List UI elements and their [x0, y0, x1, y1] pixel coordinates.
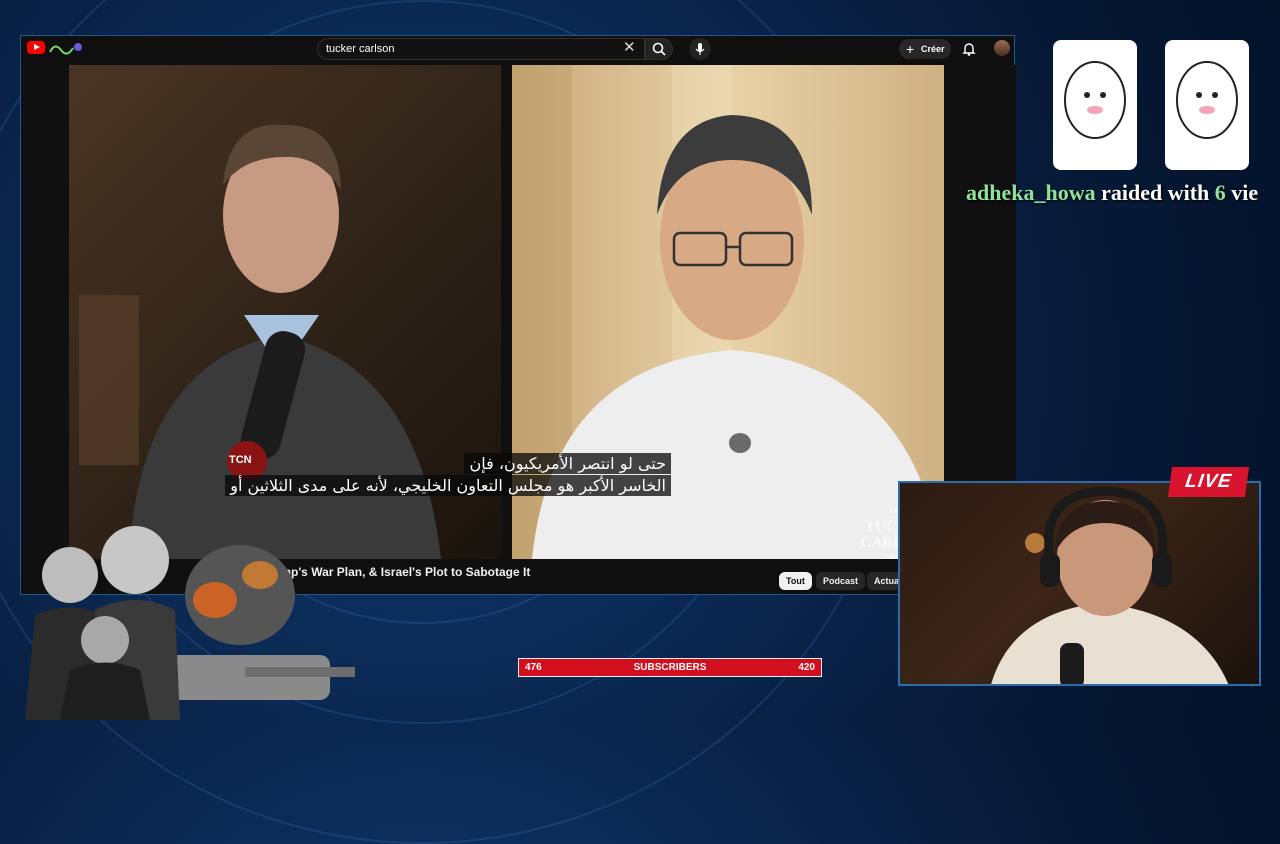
search-icon	[652, 42, 666, 56]
plus-icon: +	[906, 41, 915, 57]
streamer-figure	[991, 486, 1229, 684]
subtitle-line: الخاسر الأكبر هو مجلس التعاون الخليجي، ل…	[225, 475, 671, 496]
youtube-logo-icon[interactable]	[27, 41, 45, 54]
microphone-icon	[695, 43, 705, 55]
chip-all[interactable]: Tout	[779, 572, 812, 590]
subscribers-goal: 420	[798, 662, 815, 673]
voice-search-button[interactable]	[689, 38, 711, 60]
youtube-doodle-icon[interactable]	[47, 40, 83, 56]
thumbnail-collage	[0, 505, 360, 720]
raid-count: 6	[1214, 180, 1226, 205]
notifications-bell-icon[interactable]	[961, 41, 977, 57]
webcam-overlay	[898, 481, 1261, 686]
live-badge: LIVE	[1167, 467, 1250, 497]
raid-tail: vie	[1231, 180, 1259, 205]
raid-alert-image	[1053, 40, 1137, 170]
raid-middle: raided with	[1101, 180, 1210, 205]
subscribers-current: 476	[525, 662, 542, 673]
raid-user: adheka_howa	[966, 180, 1096, 205]
account-avatar[interactable]	[994, 40, 1010, 56]
subtitle-line: حتى لو انتصر الأمريكيون، فإن	[464, 453, 671, 474]
clear-search-icon[interactable]: ✕	[623, 39, 636, 57]
youtube-top-bar: tucker carlson ✕ + Créer	[21, 36, 1014, 62]
search-input[interactable]: tucker carlson	[317, 38, 645, 60]
raid-alert-text: adheka_howa raided with 6 vie	[966, 180, 1258, 206]
subscribers-goal-bar: SUBSCRIBERS 476 420	[518, 658, 822, 677]
raid-alert-image	[1165, 40, 1249, 170]
create-label: Créer	[921, 44, 945, 54]
subtitle-box: حتى لو انتصر الأمريكيون، فإن الخاسر الأك…	[201, 453, 671, 497]
chip-podcast[interactable]: Podcast	[816, 572, 866, 590]
search-button[interactable]	[645, 38, 673, 60]
subscribers-label: SUBSCRIBERS	[633, 662, 707, 673]
create-button[interactable]: + Créer	[899, 39, 951, 59]
video-player[interactable]: TCN THE TUCKER CARLSON SHOW حتى ل	[21, 65, 1016, 559]
